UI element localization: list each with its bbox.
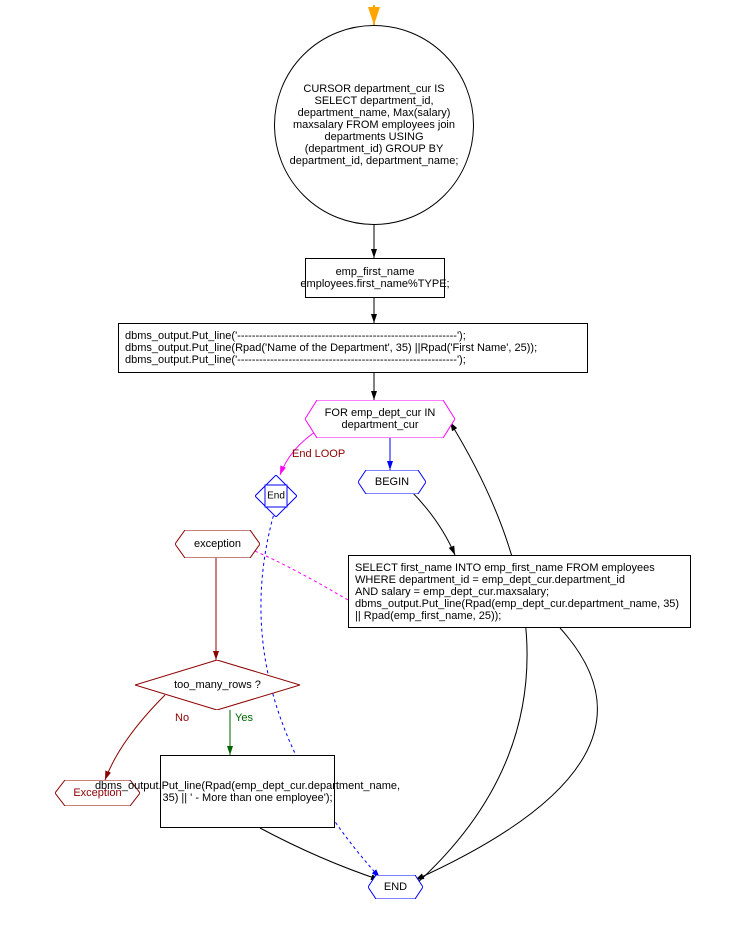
end-block-node: END [368, 875, 423, 899]
exception-text: exception [175, 538, 260, 550]
begin-node: BEGIN [358, 470, 426, 494]
for-loop-node: FOR emp_dept_cur IN department_cur [305, 400, 455, 438]
no-label: No [175, 712, 189, 724]
output-more-text: dbms_output.Put_line(Rpad(emp_dept_cur.d… [95, 780, 400, 804]
variable-declaration-text: emp_first_name employees.first_name%TYPE… [300, 266, 449, 290]
for-loop-text: FOR emp_dept_cur IN department_cur [305, 407, 455, 431]
end-block-text: END [368, 881, 423, 893]
too-many-rows-text: too_many_rows ? [135, 679, 300, 691]
output-header-node: dbms_output.Put_line('------------------… [118, 323, 588, 373]
yes-label: Yes [235, 712, 253, 724]
begin-text: BEGIN [358, 476, 426, 488]
too-many-rows-node: too_many_rows ? [135, 660, 300, 710]
variable-declaration-node: emp_first_name employees.first_name%TYPE… [305, 258, 445, 298]
output-header-text: dbms_output.Put_line('------------------… [125, 330, 537, 366]
end-loop-label: End LOOP [292, 448, 345, 460]
output-more-node: dbms_output.Put_line(Rpad(emp_dept_cur.d… [160, 755, 335, 828]
cursor-definition-node: CURSOR department_cur IS SELECT departme… [274, 25, 474, 225]
exception-node: exception [175, 530, 260, 558]
select-block-node: SELECT first_name INTO emp_first_name FR… [348, 555, 691, 628]
end-small-node: End [255, 475, 297, 517]
select-block-text: SELECT first_name INTO emp_first_name FR… [355, 562, 684, 622]
end-small-text: End [255, 491, 297, 502]
cursor-definition-text: CURSOR department_cur IS SELECT departme… [285, 83, 463, 167]
